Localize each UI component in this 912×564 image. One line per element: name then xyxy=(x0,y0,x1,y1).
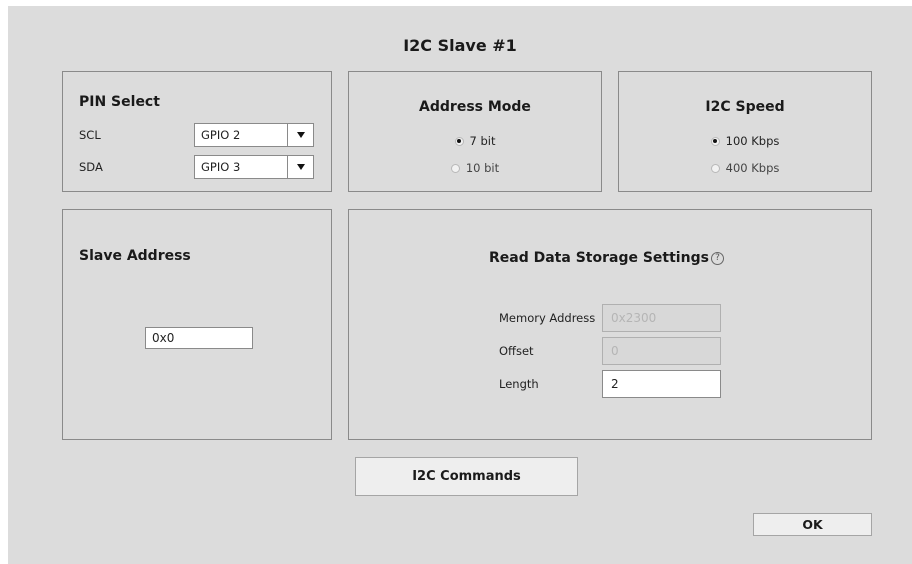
i2c-slave-dialog: I2C Slave #1 PIN Select SCL GPIO 2 SDA G… xyxy=(8,6,912,564)
radio-10-bit[interactable]: 10 bit xyxy=(349,161,601,175)
sda-select-value: GPIO 3 xyxy=(201,160,241,174)
offset-input[interactable]: 0 xyxy=(602,337,721,365)
scl-dropdown-button[interactable] xyxy=(287,124,313,146)
length-input[interactable]: 2 xyxy=(602,370,721,398)
address-mode-title: Address Mode xyxy=(419,99,531,115)
length-label: Length xyxy=(499,377,539,391)
read-data-storage-title: Read Data Storage Settings xyxy=(489,250,709,266)
question-circle-icon[interactable]: ? xyxy=(711,252,724,265)
chevron-down-icon xyxy=(296,132,305,138)
memory-address-label: Memory Address xyxy=(499,311,596,325)
sda-select[interactable]: GPIO 3 xyxy=(194,155,314,179)
sda-label: SDA xyxy=(79,160,103,174)
radio-10-bit-label: 10 bit xyxy=(465,161,500,175)
read-data-storage-panel: Read Data Storage Settings ? Memory Addr… xyxy=(348,209,872,440)
radio-7-bit-label: 7 bit xyxy=(469,134,496,148)
memory-address-input[interactable]: 0x2300 xyxy=(602,304,721,332)
offset-label: Offset xyxy=(499,344,534,358)
scl-label: SCL xyxy=(79,128,101,142)
radio-7-bit[interactable]: 7 bit xyxy=(349,134,601,148)
radio-400-kbps-label: 400 Kbps xyxy=(725,161,780,175)
radio-unselected-icon xyxy=(450,163,460,173)
slave-address-panel: Slave Address 0x0 xyxy=(62,209,332,440)
i2c-speed-title: I2C Speed xyxy=(705,99,785,115)
slave-address-title: Slave Address xyxy=(79,248,191,264)
radio-100-kbps-label: 100 Kbps xyxy=(725,134,780,148)
scl-select[interactable]: GPIO 2 xyxy=(194,123,314,147)
sda-dropdown-button[interactable] xyxy=(287,156,313,178)
pin-select-panel: PIN Select SCL GPIO 2 SDA GPIO 3 xyxy=(62,71,332,192)
chevron-down-icon xyxy=(296,164,305,170)
radio-unselected-icon xyxy=(710,163,720,173)
radio-400-kbps[interactable]: 400 Kbps xyxy=(619,161,871,175)
radio-selected-icon xyxy=(454,136,464,146)
scl-select-value: GPIO 2 xyxy=(201,128,241,142)
ok-button[interactable]: OK xyxy=(753,513,872,536)
radio-selected-icon xyxy=(710,136,720,146)
address-mode-panel: Address Mode 7 bit 10 bit xyxy=(348,71,602,192)
i2c-commands-button[interactable]: I2C Commands xyxy=(355,457,578,496)
radio-100-kbps[interactable]: 100 Kbps xyxy=(619,134,871,148)
pin-select-title: PIN Select xyxy=(79,94,160,110)
dialog-title: I2C Slave #1 xyxy=(403,36,517,55)
slave-address-input[interactable]: 0x0 xyxy=(145,327,253,349)
i2c-speed-panel: I2C Speed 100 Kbps 400 Kbps xyxy=(618,71,872,192)
